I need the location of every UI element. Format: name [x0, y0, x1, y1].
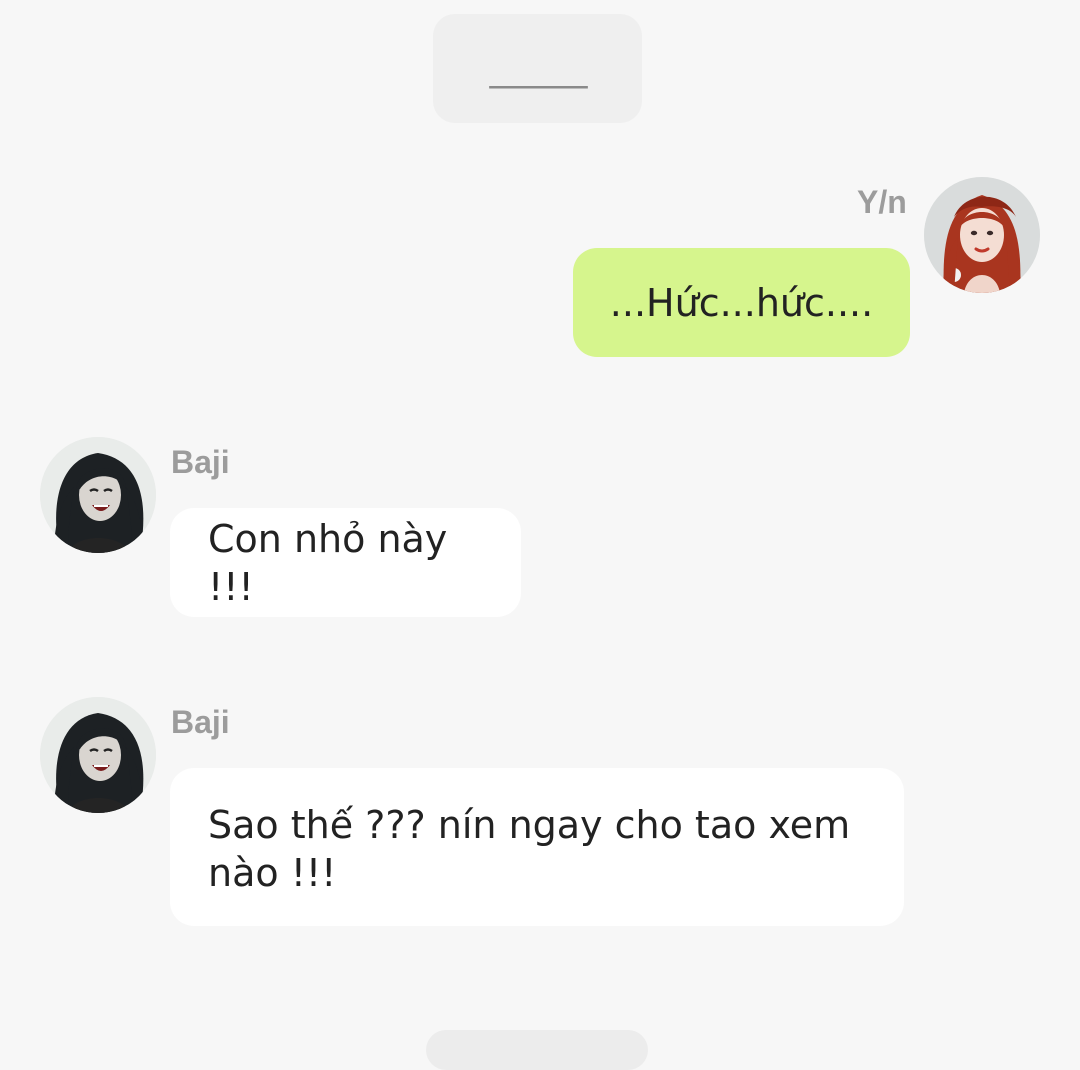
red-haired-girl-avatar-icon[interactable] [924, 177, 1040, 293]
message-text: ...Hức...hức.... [609, 280, 874, 325]
message-text: Con nhỏ này !!! [208, 516, 448, 609]
sender-name: Baji [171, 444, 230, 480]
long-black-hair-boy-avatar-icon[interactable] [40, 437, 156, 553]
next-divider [426, 1030, 648, 1070]
message-text: Sao thế ??? nín ngay cho tao xem nào !!! [208, 803, 851, 895]
chapter-divider: ______ [433, 14, 642, 123]
message-bubble[interactable]: Con nhỏ này !!! [170, 508, 521, 617]
sender-name: Y/n [857, 184, 907, 220]
sender-name: Baji [171, 704, 230, 740]
message-bubble[interactable]: ...Hức...hức.... [573, 248, 910, 357]
message-bubble[interactable]: Sao thế ??? nín ngay cho tao xem nào !!! [170, 768, 904, 926]
long-black-hair-boy-avatar-icon[interactable] [40, 697, 156, 813]
divider-text: ______ [489, 48, 588, 89]
